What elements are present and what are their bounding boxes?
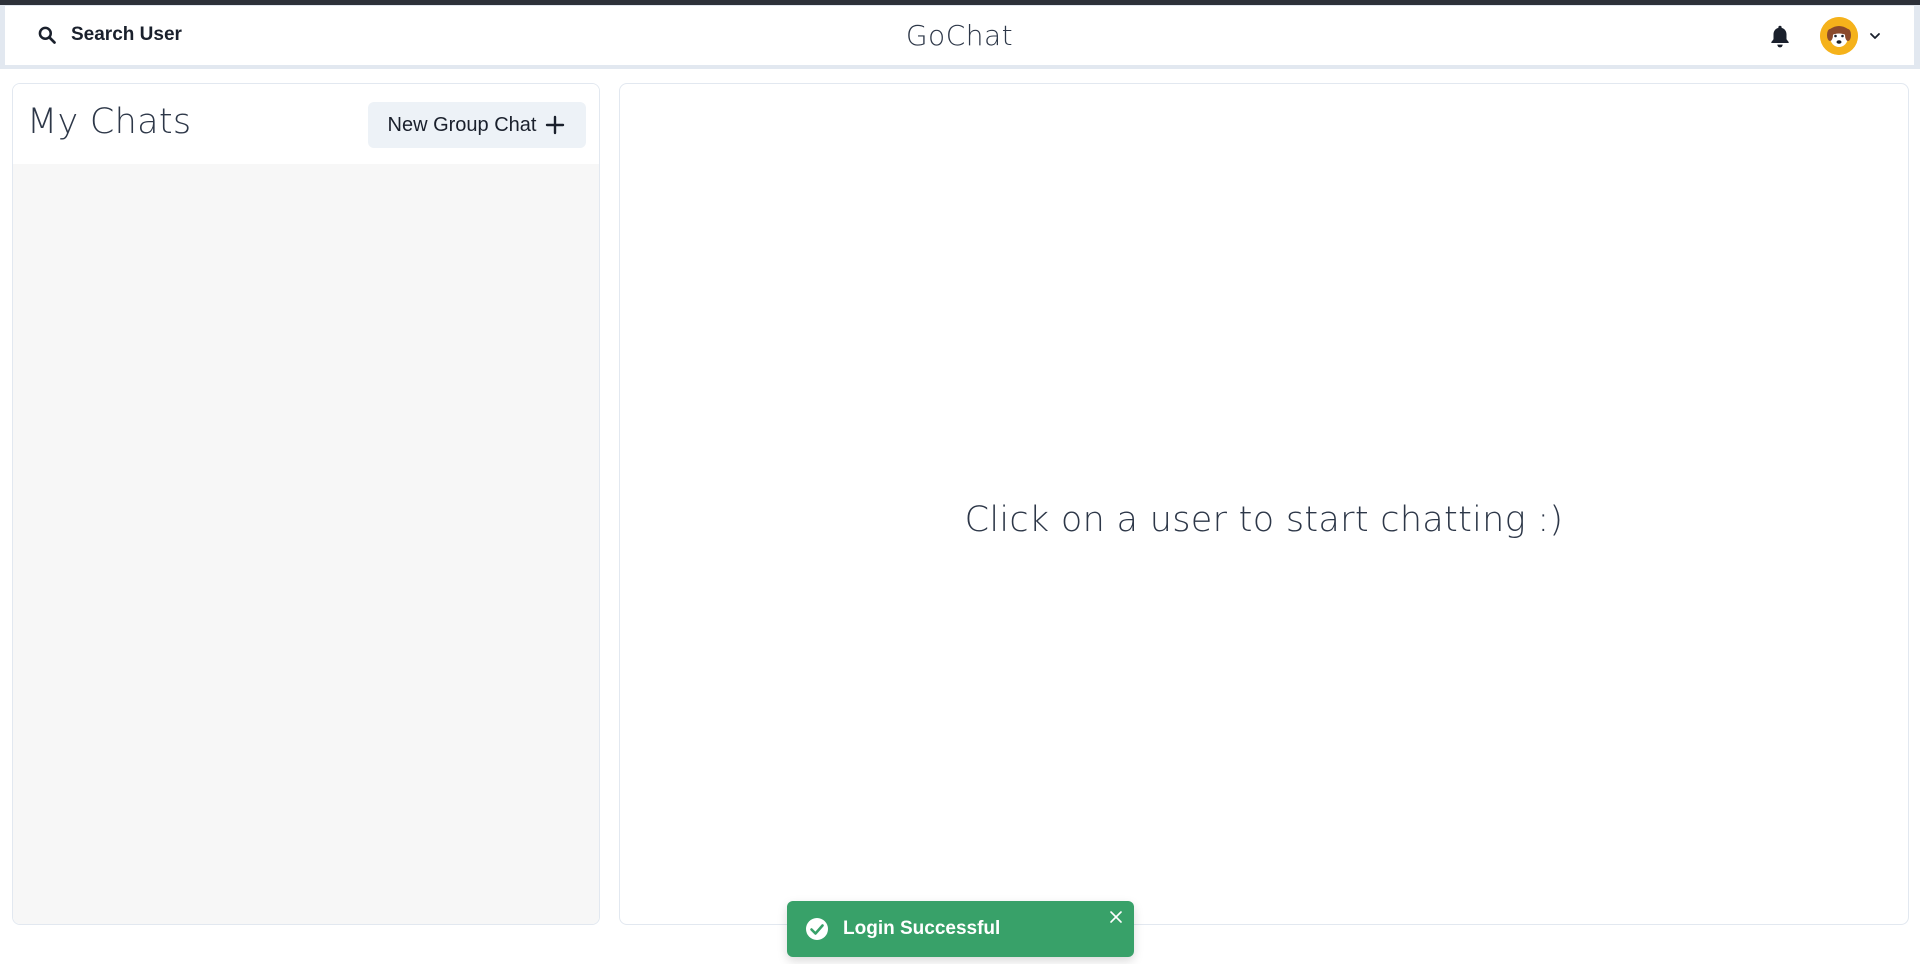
my-chats-title: My Chats	[27, 102, 192, 142]
chat-area: Click on a user to start chatting :)	[619, 83, 1909, 925]
close-icon[interactable]	[1108, 909, 1124, 925]
search-user-label: Search User	[71, 24, 182, 45]
header-bar: Search User GoChat	[5, 6, 1914, 65]
search-icon	[37, 25, 57, 45]
avatar	[1820, 17, 1858, 55]
chat-list[interactable]	[13, 164, 599, 924]
new-group-chat-button[interactable]: New Group Chat	[368, 102, 586, 148]
plus-icon	[544, 114, 566, 136]
new-group-chat-label: New Group Chat	[387, 113, 537, 136]
search-user-button[interactable]: Search User	[23, 14, 196, 56]
empty-chat-message: Click on a user to start chatting :)	[964, 500, 1564, 540]
check-circle-icon	[805, 917, 829, 941]
app-title: GoChat	[905, 19, 1014, 52]
app-header: Search User GoChat	[0, 5, 1920, 69]
bell-icon[interactable]	[1767, 23, 1793, 49]
toast-message: Login Successful	[843, 918, 1001, 939]
chevron-down-icon	[1868, 29, 1882, 43]
login-toast: Login Successful	[787, 901, 1134, 957]
my-chats-panel: My Chats New Group Chat	[12, 83, 600, 925]
my-chats-header: My Chats New Group Chat	[13, 84, 599, 164]
profile-menu-button[interactable]	[1820, 15, 1882, 57]
